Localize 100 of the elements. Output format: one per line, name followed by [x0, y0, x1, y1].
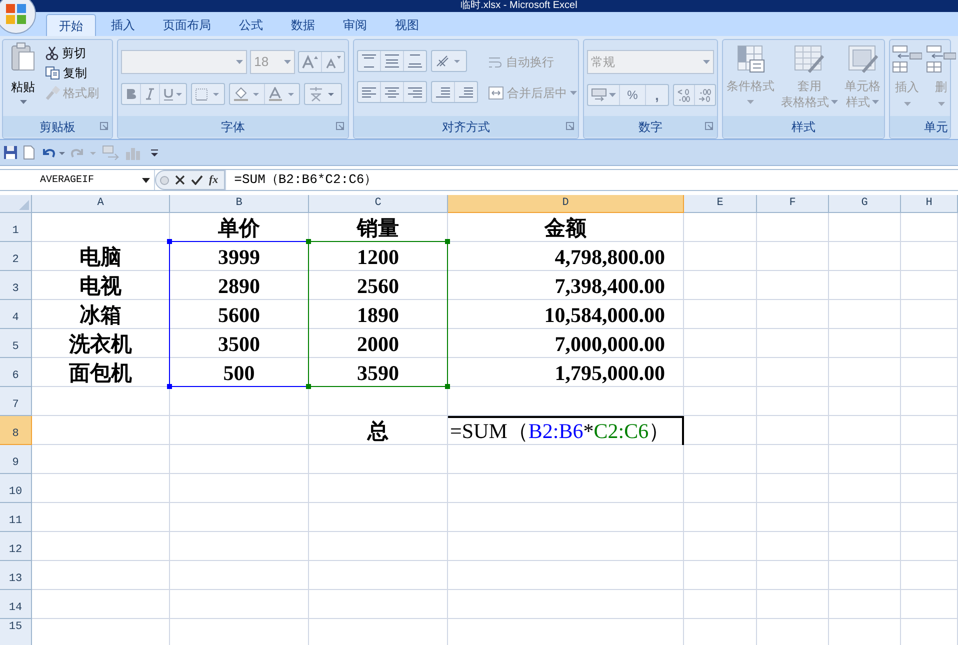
letter-a-color-icon [268, 87, 296, 101]
row-header[interactable]: 2 [0, 242, 32, 271]
font-name-field[interactable] [121, 50, 248, 74]
chat-arrow-icon[interactable] [102, 145, 120, 160]
insert-cells-icon [926, 44, 956, 74]
caret-icon [284, 60, 291, 64]
table-cell: 电脑 [32, 242, 170, 271]
customize-menu-icon[interactable] [150, 148, 159, 156]
row-header[interactable]: 5 [0, 329, 32, 358]
row-header[interactable]: 10 [0, 474, 32, 503]
caret-icon [904, 102, 910, 106]
caret-icon [703, 60, 710, 64]
column-header[interactable]: D [448, 195, 684, 213]
dialog-launcher-icon[interactable] [566, 122, 574, 130]
paste-button[interactable]: 粘贴 [3, 40, 43, 116]
table-cell: 2000 [309, 329, 448, 358]
angled-text-icon [435, 54, 463, 68]
circle-handle-icon [160, 176, 169, 184]
empty-cell [829, 213, 901, 242]
insert-function-button[interactable]: fx [209, 172, 218, 188]
table-cell: 2560 [309, 271, 448, 300]
scissors-icon [45, 46, 59, 60]
row-header[interactable]: 1 [0, 213, 32, 242]
ribbon-tab[interactable]: 页面布局 [150, 14, 224, 36]
office-button[interactable] [0, 0, 36, 34]
empty-cell [829, 561, 901, 590]
table-cell: 总 [309, 416, 448, 445]
cut-button[interactable]: 剪切 [43, 43, 101, 63]
banknote-icon [591, 88, 607, 102]
empty-cell [757, 416, 829, 445]
empty-cell [901, 300, 958, 329]
empty-cell [757, 271, 829, 300]
column-header[interactable]: H [901, 195, 958, 213]
column-header[interactable]: C [309, 195, 448, 213]
empty-cell [901, 271, 958, 300]
row-header[interactable]: 8 [0, 416, 32, 445]
table-cell: 电视 [32, 271, 170, 300]
row-header[interactable]: 7 [0, 387, 32, 416]
cell-brush-icon [846, 44, 879, 74]
dialog-launcher-icon[interactable] [705, 122, 713, 130]
paint-bucket-icon [233, 87, 261, 101]
row-header[interactable]: 11 [0, 503, 32, 532]
ribbon-tab[interactable]: 公式 [226, 14, 276, 36]
dialog-launcher-icon[interactable] [100, 122, 108, 130]
ribbon-tab[interactable]: 审阅 [330, 14, 380, 36]
blank-page-icon[interactable] [23, 145, 35, 160]
align-top-icon [361, 54, 377, 68]
column-header[interactable]: G [829, 195, 901, 213]
copy-button[interactable]: 复制 [43, 63, 101, 83]
row-header[interactable]: 12 [0, 532, 32, 561]
row-header[interactable]: 6 [0, 358, 32, 387]
empty-cell [757, 387, 829, 416]
column-header[interactable]: E [684, 195, 757, 213]
column-header[interactable]: A [32, 195, 170, 213]
row-header[interactable]: 3 [0, 271, 32, 300]
empty-cell [901, 358, 958, 387]
empty-cell [901, 416, 958, 445]
empty-cell [757, 329, 829, 358]
percent-button[interactable]: % [620, 85, 646, 105]
row-header[interactable]: 13 [0, 561, 32, 590]
caret-icon [746, 100, 754, 104]
empty-cell [757, 532, 829, 561]
comma-style-button[interactable]: , [646, 85, 668, 105]
ribbon-tab[interactable]: 开始 [46, 14, 96, 36]
row-header[interactable]: 9 [0, 445, 32, 474]
dialog-launcher-icon[interactable] [336, 122, 344, 130]
align-center-icon [384, 85, 400, 99]
ribbon-tab[interactable]: 视图 [382, 14, 432, 36]
empty-cell [829, 271, 901, 300]
close-icon[interactable] [175, 175, 185, 185]
group-label: 样式 [792, 118, 816, 136]
caret-icon [20, 100, 26, 104]
column-header[interactable]: B [170, 195, 309, 213]
caret-icon [872, 100, 880, 104]
empty-cell [901, 532, 958, 561]
row-header[interactable]: 15 [0, 619, 32, 645]
table-cell: 洗衣机 [32, 329, 170, 358]
letter-a-up-icon [302, 55, 318, 69]
decimal-arrow-left-icon [677, 88, 691, 102]
align-left-icon [361, 85, 377, 99]
table-cell: 7,398,400.00 [448, 271, 684, 300]
empty-cell [829, 532, 901, 561]
empty-cell [901, 561, 958, 590]
empty-cell [829, 503, 901, 532]
empty-cell [901, 387, 958, 416]
empty-cell [901, 242, 958, 271]
select-all-triangle-icon [19, 200, 29, 210]
name-box[interactable]: AVERAGEIF [0, 170, 155, 190]
check-icon[interactable] [191, 175, 203, 185]
column-header[interactable]: F [757, 195, 829, 213]
row-header[interactable]: 14 [0, 590, 32, 619]
formula-input[interactable]: =SUM（B2:B6*C2:C6） [225, 170, 958, 190]
ribbon-tab[interactable]: 数据 [278, 14, 328, 36]
letter-a-down-icon [325, 55, 341, 69]
group-label: 对齐方式 [442, 118, 490, 136]
empty-cell [901, 503, 958, 532]
ribbon-tab[interactable]: 插入 [98, 14, 148, 36]
row-header[interactable]: 4 [0, 300, 32, 329]
clipboard-icon [10, 42, 36, 72]
bar-chart-icon[interactable] [125, 145, 141, 160]
